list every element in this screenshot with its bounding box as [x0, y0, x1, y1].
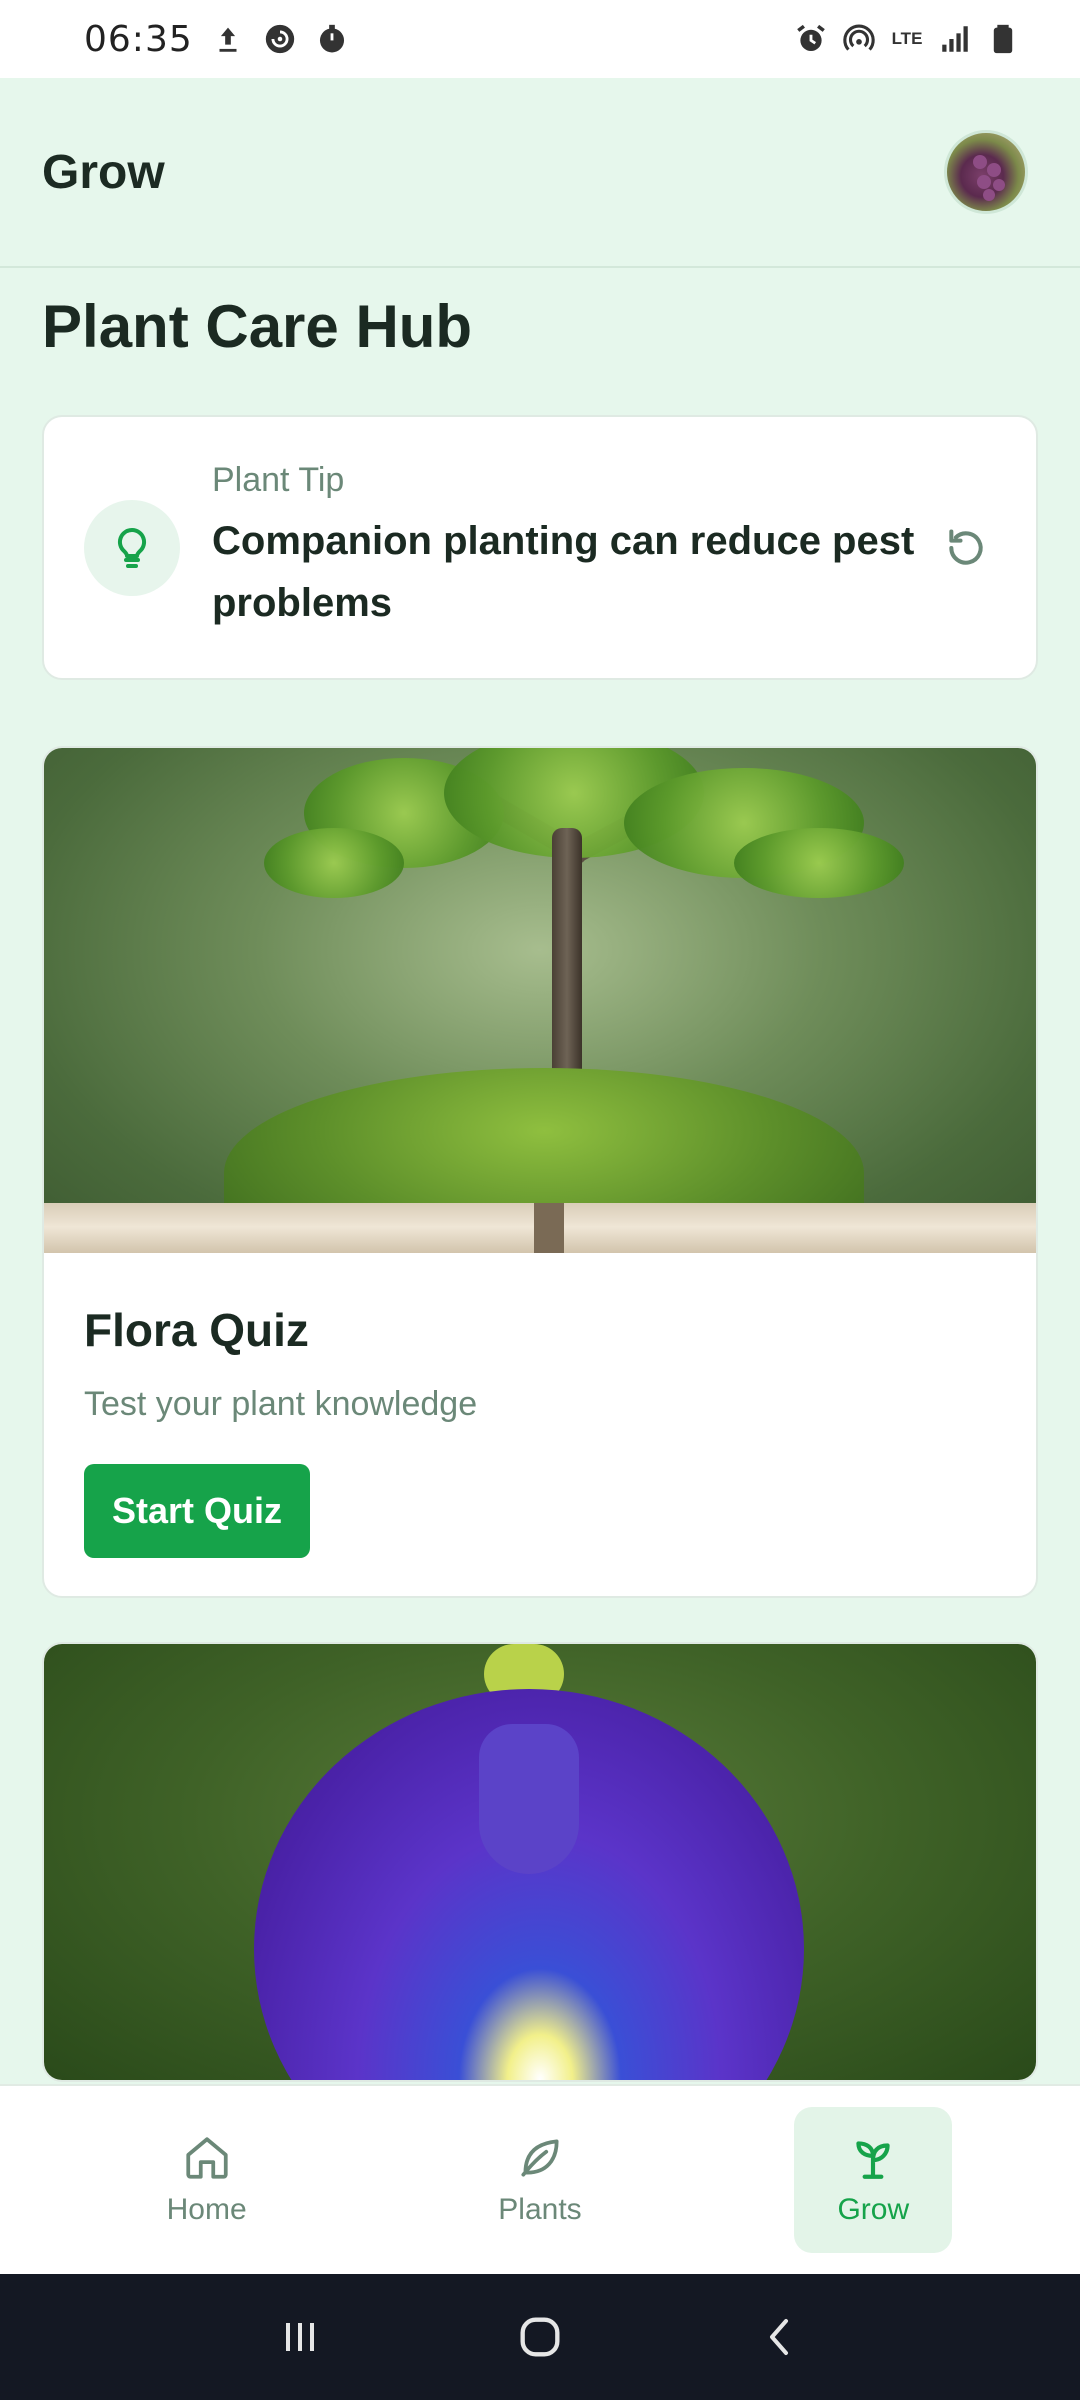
nav-home[interactable]: Home: [128, 2107, 286, 2253]
recents-icon[interactable]: [265, 2302, 335, 2372]
start-quiz-button[interactable]: Start Quiz: [84, 1464, 310, 1558]
flora-quiz-card: Flora Quiz Test your plant knowledge Sta…: [42, 746, 1038, 1598]
bottom-navigation: Home Plants Grow: [0, 2084, 1080, 2274]
sync-icon: [263, 22, 297, 56]
home-icon: [186, 2137, 228, 2179]
lightbulb-icon: [84, 499, 180, 596]
plant-tip-card: Plant Tip Companion planting can reduce …: [42, 415, 1038, 680]
nav-grow-label: Grow: [837, 2193, 910, 2226]
tip-text: Companion planting can reduce pest probl…: [212, 519, 915, 625]
nav-home-label: Home: [166, 2193, 247, 2226]
tip-label: Plant Tip: [212, 461, 345, 499]
app-bar: Grow: [0, 78, 1080, 268]
hotspot-icon: [842, 22, 876, 56]
home-circle-icon[interactable]: [505, 2302, 575, 2372]
nav-plants[interactable]: Plants: [461, 2107, 619, 2253]
sprout-icon: [856, 2141, 890, 2179]
user-avatar[interactable]: [944, 130, 1028, 214]
signal-icon: [938, 22, 972, 56]
nav-grow[interactable]: Grow: [794, 2107, 953, 2253]
timer-icon: [315, 22, 349, 56]
quiz-title: Flora Quiz: [84, 1304, 309, 1356]
battery-icon: [986, 22, 1020, 56]
upload-icon: [211, 22, 245, 56]
back-icon[interactable]: [745, 2302, 815, 2372]
alarm-icon: [794, 22, 828, 56]
system-navigation-bar: [0, 2274, 1080, 2400]
page-title: Plant Care Hub: [42, 293, 473, 360]
flower-card[interactable]: [42, 1642, 1038, 2082]
quiz-subtitle: Test your plant knowledge: [84, 1385, 478, 1423]
app-title: Grow: [42, 145, 165, 199]
lte-icon: LTE: [891, 29, 923, 48]
refresh-icon[interactable]: [936, 518, 996, 578]
leaf-icon: [521, 2139, 559, 2177]
status-bar: 06:35 LTE: [0, 0, 1080, 78]
nav-plants-label: Plants: [498, 2193, 582, 2226]
butterfly-pea-flower-image: [44, 1644, 1036, 2080]
status-time: 06:35: [84, 18, 193, 60]
tree-on-book-image: [44, 748, 1036, 1253]
